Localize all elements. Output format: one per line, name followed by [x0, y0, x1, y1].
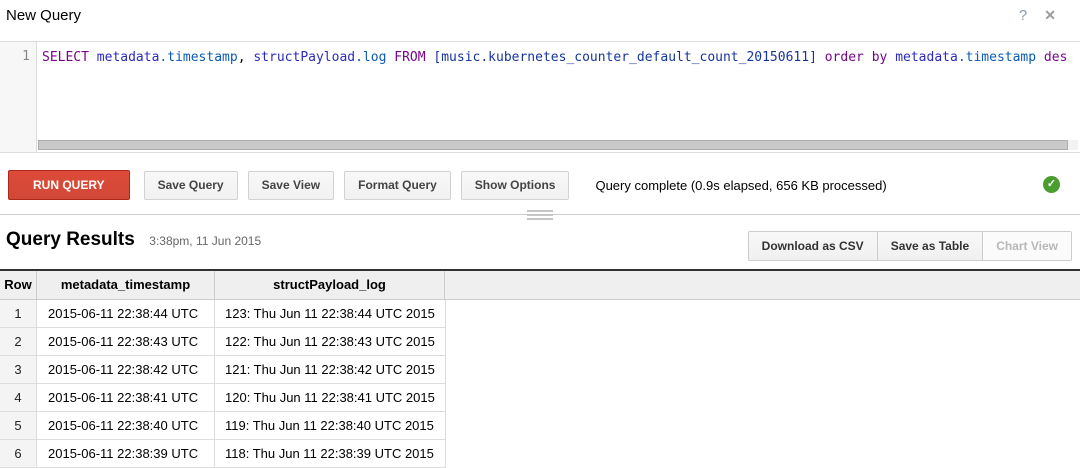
- column-header-metadata-timestamp: metadata_timestamp: [37, 271, 215, 299]
- table-row: 32015-06-11 22:38:42 UTC121: Thu Jun 11 …: [0, 356, 446, 384]
- table-row: 22015-06-11 22:38:43 UTC122: Thu Jun 11 …: [0, 328, 446, 356]
- column-header-row: Row: [0, 271, 37, 299]
- table-cell: 2015-06-11 22:38:44 UTC: [37, 300, 215, 327]
- results-title: Query Results: [6, 229, 135, 251]
- sql-token-plain: [864, 50, 872, 65]
- page-title: New Query: [6, 7, 81, 24]
- table-cell: 122: Thu Jun 11 22:38:43 UTC 2015: [215, 328, 446, 355]
- show-options-button[interactable]: Show Options: [461, 171, 570, 200]
- table-cell: 2015-06-11 22:38:40 UTC: [37, 412, 215, 439]
- table-body: 12015-06-11 22:38:44 UTC123: Thu Jun 11 …: [0, 300, 446, 468]
- sql-token-identifier: metadata: [895, 50, 958, 65]
- row-number-cell: 3: [0, 356, 37, 383]
- column-header-structpayload-log: structPayload_log: [215, 271, 445, 299]
- sql-token-plain: [887, 50, 895, 65]
- editor-horizontal-scrollbar[interactable]: [38, 140, 1078, 150]
- sql-token-keyword: des: [1044, 50, 1067, 65]
- save-view-button[interactable]: Save View: [248, 171, 335, 200]
- sql-token-identifier: metadata: [97, 50, 160, 65]
- table-cell: 2015-06-11 22:38:41 UTC: [37, 384, 215, 411]
- sql-token-field: .timestamp: [958, 50, 1036, 65]
- table-cell: 2015-06-11 22:38:42 UTC: [37, 356, 215, 383]
- sql-token-keyword: order: [825, 50, 864, 65]
- help-icon[interactable]: ?: [1019, 7, 1027, 24]
- chart-view-button: Chart View: [982, 232, 1071, 260]
- row-number-cell: 5: [0, 412, 37, 439]
- column-header-filler: [445, 271, 1080, 299]
- table-row: 52015-06-11 22:38:40 UTC119: Thu Jun 11 …: [0, 412, 446, 440]
- table-row: 42015-06-11 22:38:41 UTC120: Thu Jun 11 …: [0, 384, 446, 412]
- query-toolbar: RUN QUERY Save Query Save View Format Quer…: [8, 170, 1072, 200]
- query-panel-header: New Query ? ✕: [0, 0, 1080, 41]
- table-cell: 118: Thu Jun 11 22:38:39 UTC 2015: [215, 440, 446, 467]
- query-status-text: Query complete (0.9s elapsed, 656 KB pro…: [595, 178, 886, 193]
- table-row: 62015-06-11 22:38:39 UTC118: Thu Jun 11 …: [0, 440, 446, 468]
- sql-token-table-ref: [music.kubernetes_counter_default_count_…: [433, 50, 817, 65]
- row-number-cell: 6: [0, 440, 37, 467]
- sql-token-keyword: SELECT: [42, 50, 89, 65]
- query-success-icon: ✓: [1043, 176, 1060, 193]
- results-header: Query Results 3:38pm, 11 Jun 2015 Downlo…: [6, 229, 1072, 265]
- table-cell: 121: Thu Jun 11 22:38:42 UTC 2015: [215, 356, 446, 383]
- table-header-row: Rowmetadata_timestampstructPayload_log: [0, 271, 1080, 300]
- sql-token-plain: [817, 50, 825, 65]
- download-as-csv-button[interactable]: Download as CSV: [749, 232, 877, 260]
- close-icon[interactable]: ✕: [1044, 7, 1056, 24]
- row-number-cell: 1: [0, 300, 37, 327]
- results-timestamp: 3:38pm, 11 Jun 2015: [149, 234, 261, 248]
- panel-resize-handle[interactable]: [527, 210, 553, 220]
- results-action-buttons: Download as CSVSave as TableChart View: [748, 231, 1072, 261]
- row-number-cell: 2: [0, 328, 37, 355]
- run-query-button[interactable]: RUN QUERY: [8, 170, 130, 200]
- table-cell: 119: Thu Jun 11 22:38:40 UTC 2015: [215, 412, 446, 439]
- line-number: 1: [0, 42, 36, 64]
- sql-token-plain: ,: [238, 50, 254, 65]
- panel-divider: [0, 214, 1080, 215]
- header-icons: ? ✕: [1019, 7, 1056, 24]
- sql-token-plain: [1036, 50, 1044, 65]
- row-number-cell: 4: [0, 384, 37, 411]
- toolbar-buttons: Save Query Save View Format Query Show Opti…: [144, 171, 580, 200]
- sql-query-line[interactable]: SELECT metadata.timestamp, structPayload…: [42, 49, 1080, 67]
- sql-token-keyword: FROM: [394, 50, 425, 65]
- table-row: 12015-06-11 22:38:44 UTC123: Thu Jun 11 …: [0, 300, 446, 328]
- sql-token-field: .log: [355, 50, 386, 65]
- format-query-button[interactable]: Format Query: [344, 171, 451, 200]
- results-table: Rowmetadata_timestampstructPayload_log 1…: [0, 269, 1080, 468]
- save-query-button[interactable]: Save Query: [144, 171, 238, 200]
- table-cell: 123: Thu Jun 11 22:38:44 UTC 2015: [215, 300, 446, 327]
- table-cell: 2015-06-11 22:38:43 UTC: [37, 328, 215, 355]
- save-as-table-button[interactable]: Save as Table: [877, 232, 983, 260]
- sql-token-plain: [89, 50, 97, 65]
- scrollbar-thumb[interactable]: [38, 140, 1068, 150]
- sql-token-field: .timestamp: [159, 50, 237, 65]
- sql-editor[interactable]: 1 SELECT metadata.timestamp, structPaylo…: [0, 41, 1080, 153]
- sql-token-keyword: by: [872, 50, 888, 65]
- table-cell: 120: Thu Jun 11 22:38:41 UTC 2015: [215, 384, 446, 411]
- sql-token-identifier: structPayload: [253, 50, 355, 65]
- editor-gutter: 1: [0, 42, 37, 152]
- table-cell: 2015-06-11 22:38:39 UTC: [37, 440, 215, 467]
